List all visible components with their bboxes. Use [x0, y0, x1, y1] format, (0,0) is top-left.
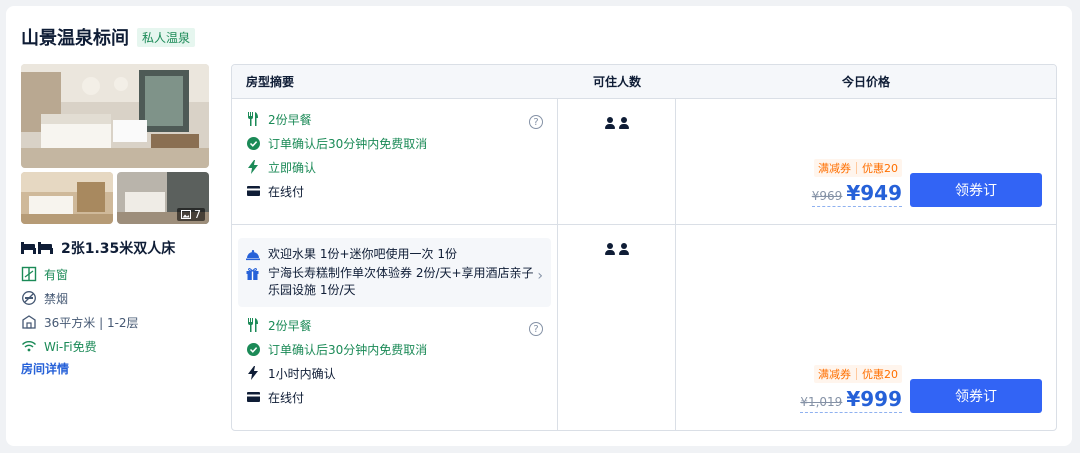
- rate-row-1: ? 2份早餐 订单确认后30分钟内免费取消 立即确认 在线付 满减券 优惠20 …: [232, 99, 1056, 225]
- fact-no-smoking-text: 禁烟: [44, 291, 69, 306]
- coupon-tag: 满减券 优惠20: [814, 159, 902, 177]
- price-cell-2: 满减券 优惠20 ¥1,019 ¥999 领券订: [676, 225, 1056, 430]
- feature-confirm-text: 1小时内确认: [268, 366, 336, 381]
- help-icon[interactable]: ?: [529, 322, 543, 336]
- header-price: 今日价格: [841, 75, 890, 89]
- bed-info: 2张1.35米双人床: [21, 238, 175, 258]
- old-price: ¥1,019: [800, 395, 843, 409]
- bed-text: 2张1.35米双人床: [61, 241, 176, 257]
- header-occupancy: 可住人数: [592, 75, 641, 89]
- room-details-link[interactable]: 房间详情: [21, 360, 69, 377]
- old-price: ¥969: [811, 189, 843, 203]
- header-summary: 房型摘要: [246, 75, 295, 89]
- photo-count: 7: [194, 208, 201, 221]
- feature-free-cancel-text: 订单确认后30分钟内免费取消: [268, 342, 428, 357]
- feature-payment-text: 在线付: [268, 390, 305, 405]
- rate-row-2: 欢迎水果 1份+迷你吧使用一次 1份 宁海长寿糕制作单次体验券 2份/天+享用酒…: [232, 225, 1056, 430]
- fact-window: 有窗: [21, 262, 139, 286]
- feature-payment: 在线付: [246, 385, 547, 409]
- perk-cake-voucher: 宁海长寿糕制作单次体验券 2份/天+享用酒店亲子乐园设施 1份/天: [246, 265, 545, 299]
- book-with-coupon-button[interactable]: 领券订: [910, 173, 1042, 207]
- room-title-row: 山景温泉标间 私人温泉: [21, 24, 196, 50]
- person-icon: [618, 117, 630, 129]
- rate-summary-1: ? 2份早餐 订单确认后30分钟内免费取消 立即确认 在线付: [232, 99, 558, 224]
- wifi-icon: [21, 341, 37, 352]
- new-price: ¥999: [846, 387, 902, 411]
- feature-confirm-text: 立即确认: [268, 160, 317, 175]
- feature-breakfast: 2份早餐: [246, 313, 547, 337]
- two-persons-icon: [604, 243, 630, 430]
- room-card: 山景温泉标间 私人温泉 7 2张1.35米双人床 有窗 禁烟 36平方米 | 1…: [6, 6, 1072, 446]
- perk-welcome-fruit-text: 欢迎水果 1份+迷你吧使用一次 1份: [268, 247, 457, 261]
- price-line[interactable]: ¥969 ¥949: [811, 181, 902, 207]
- perk-welcome-fruit: 欢迎水果 1份+迷你吧使用一次 1份: [246, 246, 545, 263]
- rate-summary-2: 欢迎水果 1份+迷你吧使用一次 1份 宁海长寿糕制作单次体验券 2份/天+享用酒…: [232, 225, 558, 430]
- chevron-right-icon[interactable]: ›: [537, 268, 543, 284]
- coupon-label: 满减券: [818, 368, 851, 381]
- help-icon[interactable]: ?: [529, 115, 543, 129]
- check-circle-icon: [246, 342, 260, 356]
- fact-wifi-text: Wi-Fi免费: [44, 339, 97, 354]
- book-with-coupon-button[interactable]: 领券订: [910, 379, 1042, 413]
- image-icon: [181, 210, 191, 219]
- coupon-discount: 优惠20: [862, 162, 898, 175]
- price-line[interactable]: ¥1,019 ¥999: [800, 387, 902, 413]
- area-icon: [22, 315, 36, 329]
- breakfast-icon: [248, 112, 258, 126]
- photo-count-badge[interactable]: 7: [177, 208, 205, 221]
- coupon-discount: 优惠20: [862, 368, 898, 381]
- person-icon: [604, 243, 616, 255]
- room-photo-main[interactable]: [21, 64, 209, 168]
- bed-icon: [21, 242, 53, 254]
- card-icon: [246, 392, 260, 402]
- price-cell-1: 满减券 优惠20 ¥969 ¥949 领券订: [676, 99, 1056, 224]
- table-header: 房型摘要 可住人数 今日价格: [232, 65, 1056, 99]
- person-icon: [618, 243, 630, 255]
- card-icon: [246, 186, 260, 196]
- feature-free-cancel-text: 订单确认后30分钟内免费取消: [268, 136, 428, 151]
- perks-box[interactable]: 欢迎水果 1份+迷你吧使用一次 1份 宁海长寿糕制作单次体验券 2份/天+享用酒…: [238, 238, 551, 307]
- feature-free-cancel: 订单确认后30分钟内免费取消: [246, 131, 547, 155]
- fact-area: 36平方米 | 1-2层: [21, 310, 139, 334]
- new-price: ¥949: [846, 181, 902, 205]
- room-facts: 有窗 禁烟 36平方米 | 1-2层 Wi-Fi免费: [21, 262, 139, 358]
- person-icon: [604, 117, 616, 129]
- feature-breakfast-text: 2份早餐: [268, 318, 312, 333]
- lightning-icon: [248, 160, 258, 174]
- fact-wifi: Wi-Fi免费: [21, 334, 139, 358]
- occupancy-2: [558, 225, 676, 430]
- rate-table: 房型摘要 可住人数 今日价格 ? 2份早餐 订单确认后30分钟内免费取消 立即确…: [231, 64, 1057, 431]
- feature-breakfast: 2份早餐: [246, 107, 547, 131]
- feature-payment: 在线付: [246, 179, 547, 203]
- room-photo-thumb-2[interactable]: 7: [117, 172, 209, 224]
- cloche-icon: [246, 249, 260, 260]
- room-title: 山景温泉标间: [21, 28, 129, 49]
- price-block-1: 满减券 优惠20 ¥969 ¥949 领券订: [811, 159, 1042, 207]
- perk-cake-voucher-text: 宁海长寿糕制作单次体验券 2份/天+享用酒店亲子乐园设施 1份/天: [268, 266, 534, 297]
- price-block-2: 满减券 优惠20 ¥1,019 ¥999 领券订: [800, 365, 1042, 413]
- fact-window-text: 有窗: [44, 267, 69, 282]
- feature-free-cancel: 订单确认后30分钟内免费取消: [246, 337, 547, 361]
- occupancy-1: [558, 99, 676, 224]
- two-persons-icon: [604, 117, 630, 224]
- lightning-icon: [248, 366, 258, 380]
- private-hot-spring-tag: 私人温泉: [137, 27, 196, 47]
- coupon-label: 满减券: [818, 162, 851, 175]
- feature-breakfast-text: 2份早餐: [268, 112, 312, 127]
- fact-no-smoking: 禁烟: [21, 286, 139, 310]
- window-icon: [21, 266, 37, 282]
- feature-confirm: 1小时内确认: [246, 361, 547, 385]
- room-photo-thumb-1[interactable]: [21, 172, 113, 224]
- gift-icon: [246, 268, 259, 280]
- breakfast-icon: [248, 318, 258, 332]
- no-smoking-icon: [22, 291, 36, 305]
- room-gallery[interactable]: 7: [21, 64, 209, 224]
- fact-area-text: 36平方米 | 1-2层: [44, 315, 139, 330]
- coupon-tag: 满减券 优惠20: [814, 365, 902, 383]
- feature-confirm: 立即确认: [246, 155, 547, 179]
- check-circle-icon: [246, 136, 260, 150]
- feature-payment-text: 在线付: [268, 184, 305, 199]
